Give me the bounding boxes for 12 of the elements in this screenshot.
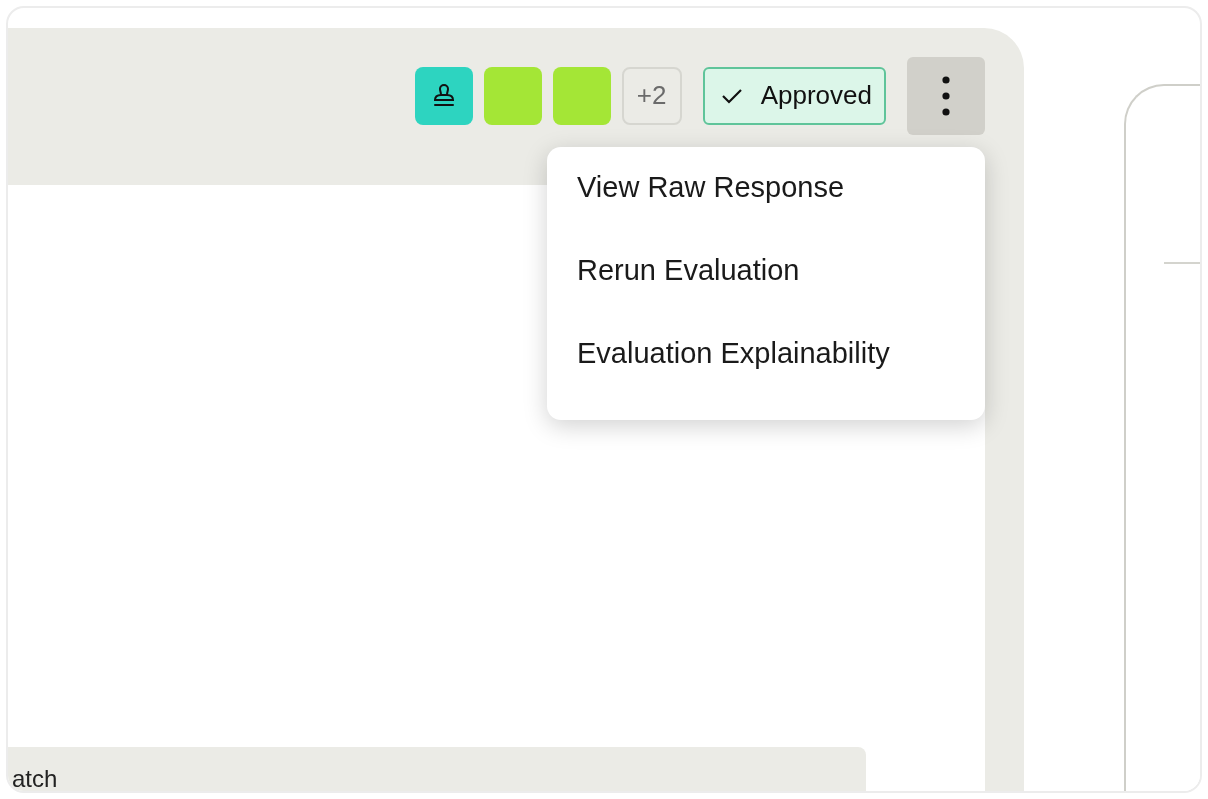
more-options-button[interactable] (907, 56, 985, 135)
stamp-badge[interactable] (414, 66, 473, 125)
check-icon (720, 87, 743, 104)
menu-item[interactable]: Rerun Evaluation (547, 242, 985, 325)
more-icon (942, 75, 950, 116)
color-badge[interactable] (552, 66, 611, 125)
section-title: atch (12, 765, 58, 791)
approved-status-button[interactable]: Approved (702, 66, 886, 125)
more-badges-count[interactable]: +2 (621, 66, 682, 125)
menu-item[interactable]: View Raw Response (547, 159, 985, 242)
color-badge[interactable] (483, 66, 542, 125)
menu-item[interactable]: Evaluation Explainability (547, 325, 985, 408)
